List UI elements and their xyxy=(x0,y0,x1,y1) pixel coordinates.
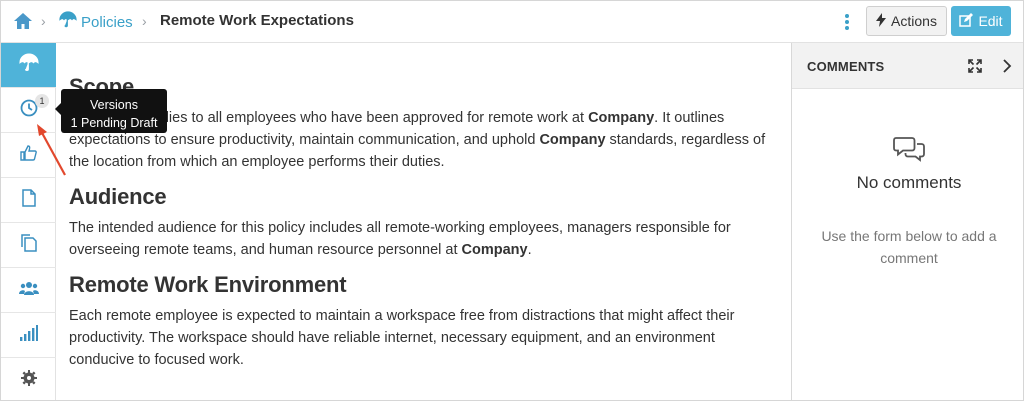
copy-icon xyxy=(20,233,37,257)
tooltip-subtitle: 1 Pending Draft xyxy=(70,116,158,130)
umbrella-icon xyxy=(59,11,77,33)
section-paragraph: This policy applies to all employees who… xyxy=(69,110,766,170)
edit-button-label: Edit xyxy=(978,13,1003,29)
section-heading: Remote Work Environment xyxy=(69,272,347,297)
rail-item-copies[interactable] xyxy=(1,223,56,268)
no-comments-help: Use the form below to add a comment xyxy=(821,228,997,266)
actions-button[interactable]: Actions xyxy=(866,6,947,36)
edit-button[interactable]: Edit xyxy=(951,6,1011,36)
expand-icon[interactable] xyxy=(968,59,982,73)
section-paragraph: The intended audience for this policy in… xyxy=(69,220,731,258)
users-icon xyxy=(18,280,39,301)
section-heading: Scope xyxy=(69,74,135,99)
comments-title: COMMENTS xyxy=(807,59,885,74)
top-bar: › Policies › Remote Work Expectations Ac… xyxy=(1,1,1023,43)
signal-bars-icon xyxy=(19,324,38,346)
comments-header: COMMENTS xyxy=(792,43,1023,89)
pencil-square-icon xyxy=(959,12,974,30)
bolt-icon xyxy=(876,12,887,30)
section-paragraph: Each remote employee is expected to main… xyxy=(69,308,735,368)
actions-button-label: Actions xyxy=(891,13,937,29)
rail-item-analytics[interactable] xyxy=(1,313,56,358)
rail-item-settings[interactable] xyxy=(1,358,56,400)
rail-item-policy[interactable] xyxy=(1,43,56,88)
comments-panel: COMMENTS No comments Use the form below … xyxy=(791,43,1023,400)
app-window: › Policies › Remote Work Expectations Ac… xyxy=(0,0,1024,401)
document-icon xyxy=(21,188,36,212)
home-icon[interactable] xyxy=(13,11,33,31)
breadcrumb-policies[interactable]: Policies xyxy=(59,11,133,33)
tooltip-title: Versions xyxy=(90,98,138,112)
breadcrumb-policies-label: Policies xyxy=(81,13,133,31)
left-rail: 1 xyxy=(1,43,56,400)
gear-icon xyxy=(20,370,37,391)
umbrella-icon xyxy=(18,52,39,78)
policy-content: Scope This policy applies to all employe… xyxy=(57,43,791,400)
versions-tooltip: Versions 1 Pending Draft xyxy=(55,89,167,133)
no-comments-title: No comments xyxy=(856,173,962,192)
breadcrumb-separator: › xyxy=(41,13,46,29)
versions-count-badge: 1 xyxy=(35,94,49,108)
chat-bubbles-icon xyxy=(893,135,925,163)
breadcrumb-separator: › xyxy=(142,13,147,29)
rail-item-users[interactable] xyxy=(1,268,56,313)
vertical-ellipsis-icon[interactable] xyxy=(839,12,855,32)
chevron-right-icon[interactable] xyxy=(1002,59,1012,73)
annotation-arrow-icon xyxy=(37,124,66,176)
page-title: Remote Work Expectations xyxy=(160,12,354,29)
section-heading: Audience xyxy=(69,184,167,209)
rail-item-document[interactable] xyxy=(1,178,56,223)
